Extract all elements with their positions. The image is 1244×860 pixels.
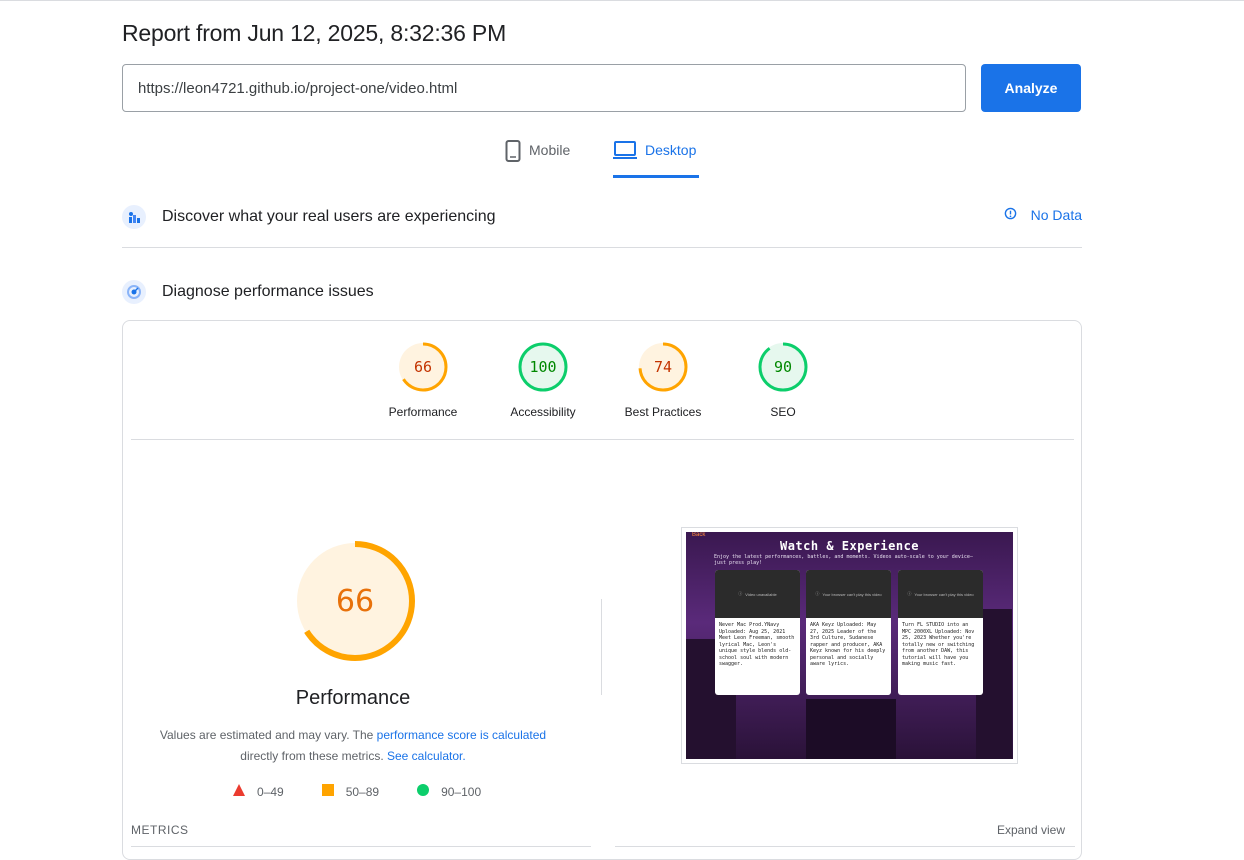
see-calculator-link[interactable]: See calculator. — [387, 749, 466, 763]
video-message: Your browser can't play this video — [822, 591, 882, 597]
performance-note: Values are estimated and may vary. The p… — [153, 725, 553, 767]
performance-score: 66 — [335, 583, 375, 619]
legend-range: 50–89 — [345, 784, 380, 799]
screenshot-back-link: Back — [692, 532, 706, 538]
no-data-status[interactable]: No Data — [1004, 207, 1082, 223]
gauge-ring: 66 — [397, 341, 449, 393]
lab-data-heading: Diagnose performance issues — [162, 283, 374, 300]
note-text: directly from these metrics. — [240, 749, 387, 763]
warning-icon: ⓘ — [815, 591, 820, 596]
triangle-icon — [233, 784, 245, 799]
field-data-section[interactable]: Discover what your real users are experi… — [122, 204, 1082, 230]
gauge-ring: 90 — [757, 341, 809, 393]
gauge-label: Performance — [388, 405, 458, 419]
users-chart-icon — [122, 205, 146, 229]
report-card: 66 Performance 100 Accessibility 74 Best… — [122, 320, 1082, 860]
video-card: ⓘ Your browser can't play this video AKA … — [806, 570, 891, 695]
gauge-label: Accessibility — [510, 405, 576, 419]
circle-icon — [417, 784, 430, 799]
legend-range: 0–49 — [257, 784, 284, 799]
tab-mobile-label: Mobile — [529, 142, 571, 158]
gauge-ring: 74 — [637, 341, 689, 393]
vertical-divider — [601, 599, 602, 695]
lab-data-section: Diagnose performance issues — [122, 279, 1082, 305]
info-icon — [1004, 207, 1017, 223]
card-divider — [131, 439, 1074, 440]
tab-desktop-label: Desktop — [645, 142, 697, 158]
gauge-value: 100 — [529, 358, 557, 376]
legend-range: 90–100 — [441, 784, 482, 799]
score-gauges: 66 Performance 100 Accessibility 74 Best… — [123, 341, 1083, 445]
video-message: Video unavailable — [745, 591, 777, 597]
video-card-text: Turn FL STUDIO into an MPC 2000XL Upload… — [902, 622, 975, 667]
video-card: ⓘ Video unavailable Never Mac Prod.YNavy … — [715, 570, 800, 695]
url-input-value: https://leon4721.github.io/project-one/v… — [138, 79, 458, 97]
gauge-ring: 100 — [517, 341, 569, 393]
video-message: Your browser can't play this video — [914, 591, 974, 597]
top-border — [0, 0, 1244, 1]
gauge-label: SEO — [770, 405, 796, 419]
video-card-text: Never Mac Prod.YNavy Uploaded: Aug 25, 2… — [719, 622, 795, 667]
score-legend: 0–49 50–89 90–100 — [233, 784, 481, 799]
gauge-label: Best Practices — [624, 405, 702, 419]
score-calculated-link[interactable]: performance score is calculated — [377, 728, 546, 742]
performance-title: Performance — [295, 687, 411, 709]
legend-average: 50–89 — [321, 784, 380, 799]
video-player: ⓘ Video unavailable — [715, 570, 800, 618]
screenshot-content: Back Watch & Experience Enjoy the latest… — [686, 532, 1013, 759]
note-text: Values are estimated and may vary. The — [159, 728, 377, 742]
legend-pass: 90–100 — [417, 784, 481, 799]
tab-mobile[interactable]: Mobile — [505, 140, 570, 178]
url-input[interactable]: https://leon4721.github.io/project-one/v… — [122, 64, 966, 112]
field-data-heading: Discover what your real users are experi… — [162, 208, 496, 225]
expand-view-button[interactable]: Expand view — [997, 823, 1065, 837]
screenshot-subtitle: Enjoy the latest performances, battles, … — [714, 554, 973, 566]
video-player: ⓘ Your browser can't play this video — [806, 570, 891, 618]
video-player: ⓘ Your browser can't play this video — [898, 570, 983, 618]
phone-icon — [505, 140, 521, 165]
screenshot-title: Watch & Experience — [779, 539, 920, 553]
gauge-best-practices[interactable]: 74 Best Practices — [603, 341, 723, 419]
tab-desktop[interactable]: Desktop — [613, 140, 699, 178]
legend-fail: 0–49 — [233, 784, 284, 799]
no-data-label: No Data — [1030, 207, 1082, 223]
video-card: ⓘ Your browser can't play this video Turn… — [898, 570, 983, 695]
performance-big-gauge: 66 — [293, 539, 417, 663]
city-building — [686, 639, 716, 759]
warning-icon: ⓘ — [738, 591, 743, 596]
analyze-button[interactable]: Analyze — [981, 64, 1081, 112]
gauge-performance[interactable]: 66 Performance — [363, 341, 483, 419]
metrics-heading: METRICS — [131, 823, 189, 837]
video-card-text: AKA Keyz Uploaded: May 27, 2025 Leader o… — [810, 622, 886, 667]
metrics-divider — [615, 846, 1075, 847]
page-title: Report from Jun 12, 2025, 8:32:36 PM — [122, 20, 507, 46]
laptop-icon — [613, 140, 637, 163]
gauge-value: 66 — [413, 358, 433, 376]
section-divider — [122, 247, 1082, 248]
city-building — [806, 699, 896, 759]
gauge-value: 90 — [773, 358, 793, 376]
page-screenshot: Back Watch & Experience Enjoy the latest… — [681, 527, 1018, 764]
gauge-seo[interactable]: 90 SEO — [723, 341, 843, 419]
gauge-accessibility[interactable]: 100 Accessibility — [483, 341, 603, 419]
gauge-value: 74 — [653, 358, 673, 376]
warning-icon: ⓘ — [907, 591, 912, 596]
metrics-divider — [131, 846, 591, 847]
square-icon — [321, 784, 334, 799]
speedometer-icon — [122, 280, 146, 304]
